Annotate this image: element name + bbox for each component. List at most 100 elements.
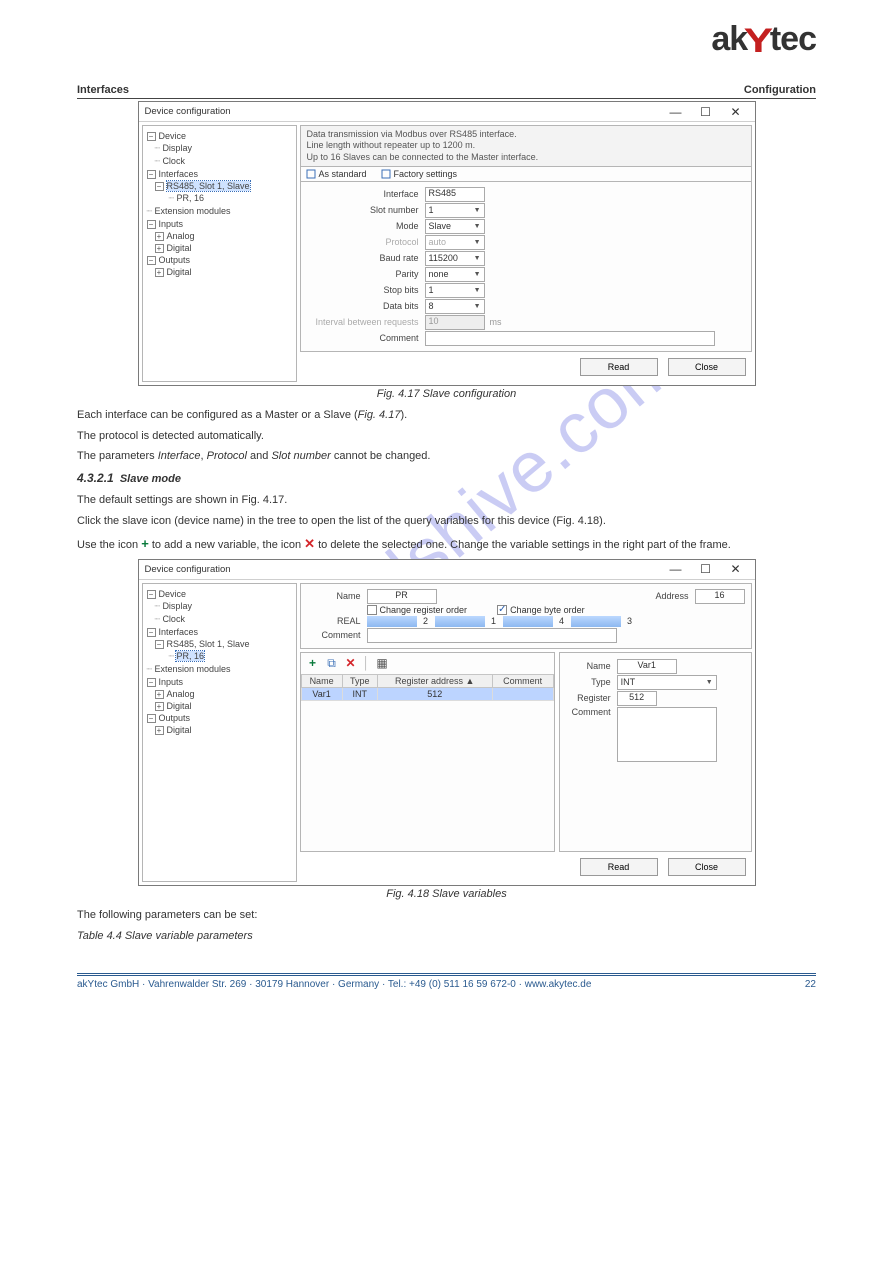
col-register[interactable]: Register address ▲ — [377, 674, 492, 687]
tree-expand-icon[interactable]: + — [155, 702, 164, 711]
comment-label: Comment — [307, 630, 367, 640]
read-button[interactable]: Read — [580, 858, 658, 876]
tree-digital[interactable]: Digital — [167, 701, 192, 711]
tree-digital[interactable]: Digital — [167, 243, 192, 253]
minimize-button[interactable]: — — [663, 104, 689, 119]
read-button[interactable]: Read — [580, 358, 658, 376]
address-field[interactable]: 16 — [695, 589, 745, 604]
tree-analog[interactable]: Analog — [167, 689, 195, 699]
tree-collapse-icon[interactable]: − — [147, 170, 156, 179]
tree-display[interactable]: Display — [162, 143, 192, 153]
interval-unit: ms — [490, 317, 502, 327]
col-comment[interactable]: Comment — [492, 674, 553, 687]
tree-outputs[interactable]: Outputs — [159, 713, 191, 723]
tree-inputs[interactable]: Inputs — [159, 219, 184, 229]
tree-collapse-icon[interactable]: − — [147, 220, 156, 229]
tree-expand-icon[interactable]: + — [155, 268, 164, 277]
maximize-button[interactable]: ☐ — [693, 104, 719, 119]
tree-digital-out[interactable]: Digital — [167, 725, 192, 735]
tree-collapse-icon[interactable]: − — [147, 628, 156, 637]
add-variable-button[interactable]: + — [306, 656, 320, 671]
byte-bar-2 — [367, 616, 417, 627]
tree-digital-out[interactable]: Digital — [167, 267, 192, 277]
var-register-label: Register — [565, 693, 617, 703]
close-button-footer[interactable]: Close — [668, 358, 746, 376]
dialog-titlebar: Device configuration — ☐ ✕ — [139, 560, 755, 580]
tree-collapse-icon[interactable]: − — [155, 640, 164, 649]
tree-ext[interactable]: Extension modules — [154, 664, 230, 674]
tree-device[interactable]: Device — [159, 131, 187, 141]
col-name[interactable]: Name — [301, 674, 342, 687]
tree-outputs[interactable]: Outputs — [159, 255, 191, 265]
tree-clock[interactable]: Clock — [162, 614, 185, 624]
factory-settings-button[interactable]: Factory settings — [381, 169, 458, 179]
tree-interfaces[interactable]: Interfaces — [159, 627, 199, 637]
dialog-title: Device configuration — [145, 106, 231, 117]
tree-ext[interactable]: Extension modules — [154, 206, 230, 216]
delete-variable-button[interactable]: ✕ — [344, 656, 358, 671]
mode-select[interactable]: Slave▼ — [425, 219, 485, 234]
var-comment-field[interactable] — [617, 707, 717, 762]
slot-label: Slot number — [307, 205, 425, 215]
name-field[interactable]: PR — [367, 589, 437, 604]
databits-label: Data bits — [307, 301, 425, 311]
tree-interfaces[interactable]: Interfaces — [159, 169, 199, 179]
tree-analog[interactable]: Analog — [167, 231, 195, 241]
tree-expand-icon[interactable]: + — [155, 244, 164, 253]
tree-pr16-selected[interactable]: PR, 16 — [176, 651, 204, 661]
tree-device[interactable]: Device — [159, 589, 187, 599]
close-button[interactable]: ✕ — [723, 104, 749, 119]
var-comment-label: Comment — [565, 707, 617, 717]
var-name-field[interactable]: Var1 — [617, 659, 677, 674]
tree-inputs[interactable]: Inputs — [159, 677, 184, 687]
parity-select[interactable]: none▼ — [425, 267, 485, 282]
tree-display[interactable]: Display — [162, 601, 192, 611]
tree-collapse-icon[interactable]: − — [155, 182, 164, 191]
dialog-title: Device configuration — [145, 564, 231, 575]
close-button-footer[interactable]: Close — [668, 858, 746, 876]
close-button[interactable]: ✕ — [723, 562, 749, 577]
comment-label: Comment — [307, 333, 425, 343]
slave-para-2: Click the slave icon (device name) in th… — [77, 514, 816, 529]
tree-collapse-icon[interactable]: − — [147, 132, 156, 141]
maximize-button[interactable]: ☐ — [693, 562, 719, 577]
variable-table[interactable]: Name Type Register address ▲ Comment Var… — [301, 674, 554, 701]
change-register-order-checkbox[interactable] — [367, 605, 377, 615]
copy-variable-button[interactable]: ⧉ — [325, 656, 339, 671]
tree-expand-icon[interactable]: + — [155, 726, 164, 735]
tree-expand-icon[interactable]: + — [155, 690, 164, 699]
databits-select[interactable]: 8▼ — [425, 299, 485, 314]
protocol-label: Protocol — [307, 237, 425, 247]
tree-pane[interactable]: −Device ┈ Display ┈ Clock −Interfaces −R… — [142, 583, 297, 882]
body-para-3: The parameters Interface, Protocol and S… — [77, 449, 816, 464]
tree-collapse-icon[interactable]: − — [147, 590, 156, 599]
var-type-select[interactable]: INT▼ — [617, 675, 717, 690]
tree-expand-icon[interactable]: + — [155, 232, 164, 241]
var-register-field[interactable]: 512 — [617, 691, 657, 706]
comment-field[interactable] — [425, 331, 715, 346]
tree-collapse-icon[interactable]: − — [147, 256, 156, 265]
interface-form: InterfaceRS485 Slot number1▼ ModeSlave▼ … — [300, 182, 752, 352]
tree-clock[interactable]: Clock — [162, 156, 185, 166]
info-line-2: Line length without repeater up to 1200 … — [307, 140, 745, 151]
address-label: Address — [643, 591, 695, 601]
tree-rs485-selected[interactable]: RS485, Slot 1, Slave — [167, 181, 250, 191]
body-para-after: The following parameters can be set: — [77, 908, 816, 923]
tree-pr16[interactable]: PR, 16 — [176, 193, 204, 203]
stopbits-select[interactable]: 1▼ — [425, 283, 485, 298]
change-byte-order-checkbox[interactable] — [497, 605, 507, 615]
baud-select[interactable]: 115200▼ — [425, 251, 485, 266]
as-standard-button[interactable]: As standard — [306, 169, 367, 179]
tree-pane[interactable]: −Device ┈ Display ┈ Clock −Interfaces −R… — [142, 125, 297, 382]
slot-select[interactable]: 1▼ — [425, 203, 485, 218]
interface-label: Interface — [307, 189, 425, 199]
minimize-button[interactable]: — — [663, 562, 689, 577]
tree-collapse-icon[interactable]: − — [147, 714, 156, 723]
tree-collapse-icon[interactable]: − — [147, 678, 156, 687]
table-row[interactable]: Var1 INT 512 — [301, 687, 553, 700]
parity-label: Parity — [307, 269, 425, 279]
comment-field[interactable] — [367, 628, 617, 643]
grid-button[interactable]: ▦ — [375, 656, 389, 671]
col-type[interactable]: Type — [342, 674, 377, 687]
tree-rs485[interactable]: RS485, Slot 1, Slave — [167, 639, 250, 649]
